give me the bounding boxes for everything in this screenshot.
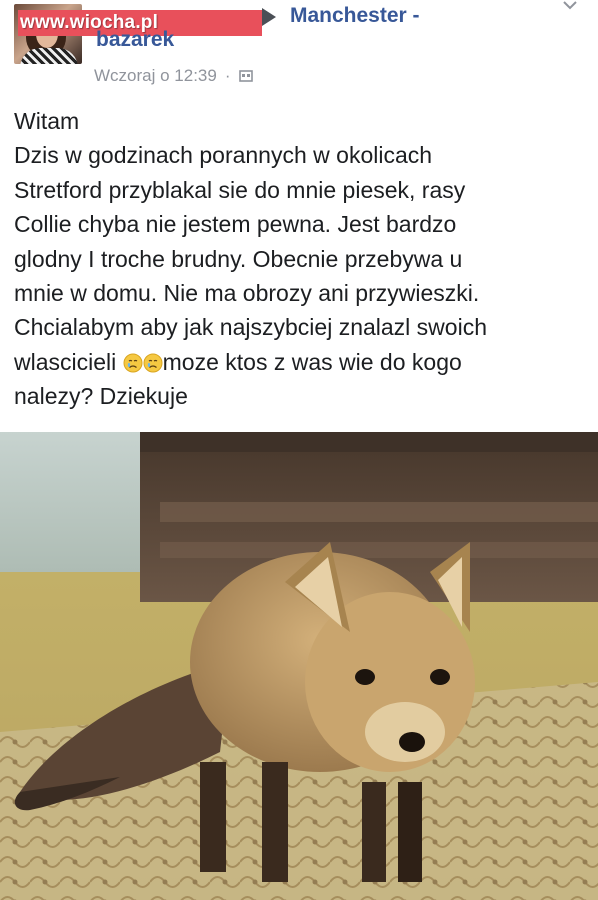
- arrow-right-icon: [262, 8, 276, 26]
- text-line-8: wlascicieli moze ktos z was wie do kogo: [14, 349, 462, 375]
- group-name-link-continued[interactable]: bazarek: [96, 28, 174, 52]
- text-line-9: nalezy? Dziekuje: [14, 383, 188, 410]
- crying-face-icon: [143, 353, 163, 373]
- group-privacy-icon: [238, 70, 253, 82]
- text-line-8-start: wlascicieli: [14, 348, 123, 375]
- text-line-5: glodny I troche brudny. Obecnie przebywa…: [14, 245, 463, 272]
- text-line-1: Witam: [14, 108, 80, 134]
- text-line-8-end: moze ktos z was wie do kogo: [162, 348, 462, 375]
- fox-photo-drawing: [0, 432, 598, 900]
- fox-photo[interactable]: [0, 432, 598, 900]
- post-meta: Wczoraj o 12:39 ·: [94, 66, 253, 86]
- timestamp[interactable]: Wczoraj o 12:39: [94, 66, 217, 86]
- separator: ·: [224, 66, 231, 85]
- text-line-6: mnie w domu. Nie ma obrozy ani przywiesz…: [14, 280, 480, 307]
- chevron-down-icon[interactable]: [562, 0, 578, 12]
- text-line-3: Stretford przyblakal sie do mnie piesek,…: [14, 176, 466, 203]
- post-text: Witam Dzis w godzinach porannych w okoli…: [14, 104, 584, 414]
- group-name-link[interactable]: Manchester -: [290, 4, 420, 28]
- text-line-4: Collie chyba nie jestem pewna. Jest bard…: [14, 211, 457, 238]
- text-line-2: Dzis w godzinach porannych w okolicach: [14, 142, 433, 169]
- crying-face-icon: [123, 353, 143, 373]
- text-line-7: Chcialabym aby jak najszybciej znalazl s…: [14, 314, 487, 341]
- post-header: www.wiocha.pl Manchester - bazarek Wczor…: [0, 0, 598, 100]
